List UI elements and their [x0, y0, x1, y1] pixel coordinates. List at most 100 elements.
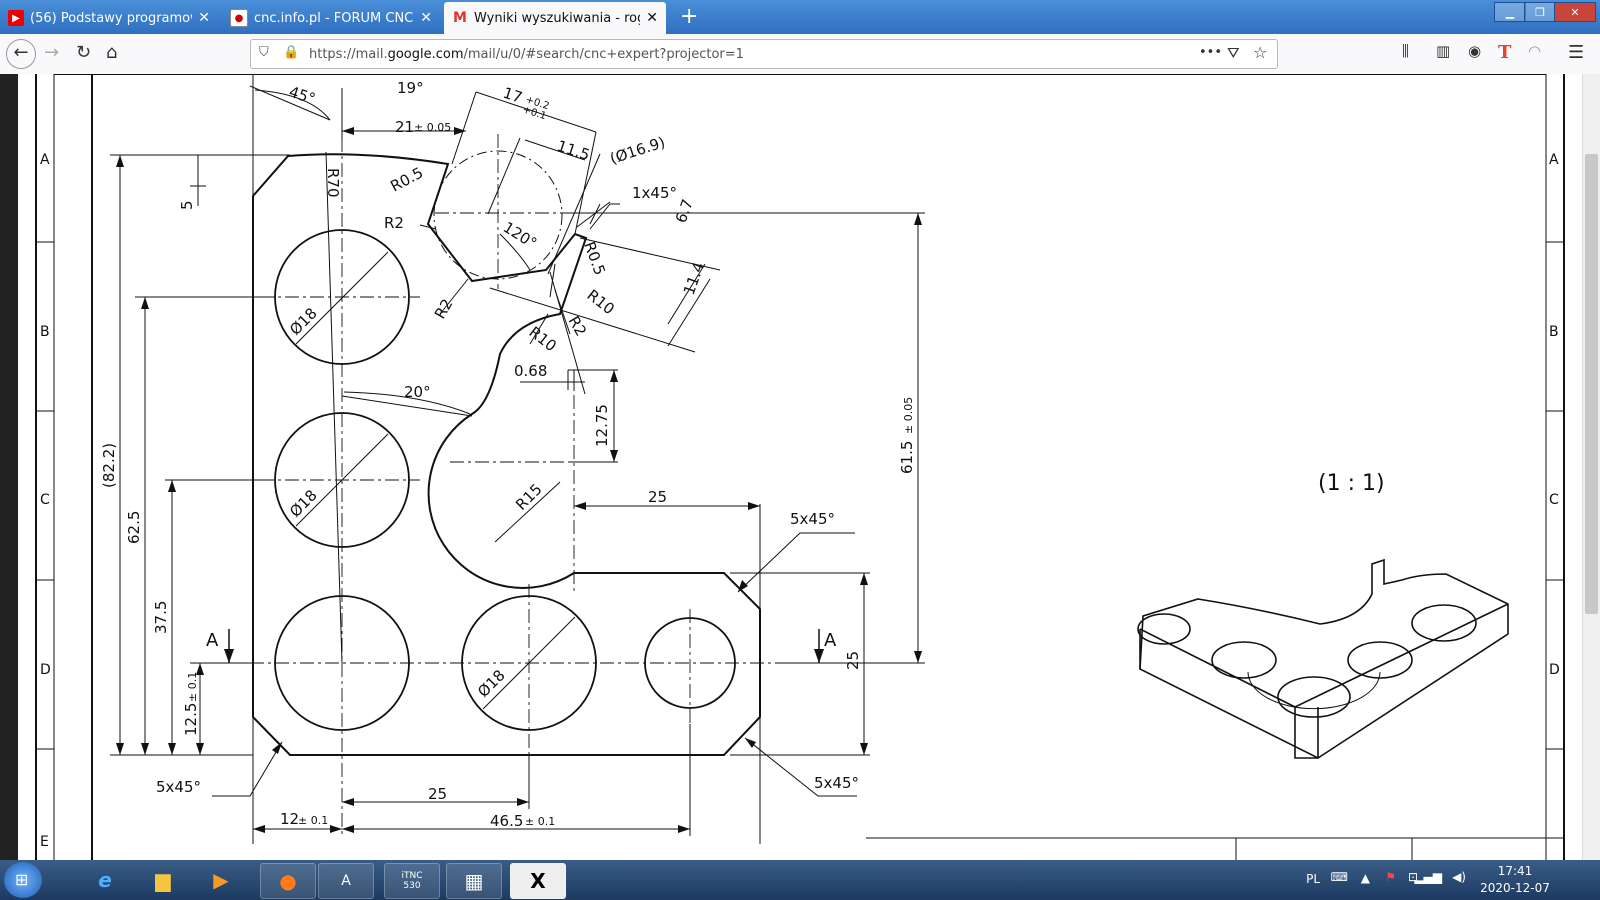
home-button[interactable]: ⌂: [106, 42, 117, 63]
folder-icon[interactable]: ▆: [136, 863, 190, 897]
library-icon[interactable]: ⫼: [1402, 42, 1409, 60]
shield-icon: ⛉: [259, 45, 269, 60]
volume-icon[interactable]: ◀): [1452, 870, 1466, 884]
firefox-icon[interactable]: ●: [260, 863, 316, 899]
dim-r2-left: R2: [384, 214, 404, 232]
forward-button[interactable]: →: [44, 42, 59, 63]
dim-17: 17: [501, 84, 525, 107]
media-icon[interactable]: ▶: [194, 863, 248, 897]
lock-icon: 🔒: [283, 45, 300, 60]
url-text: https://mail.google.com/mail/u/0/#search…: [309, 47, 744, 62]
row-label-left-e: E: [40, 834, 49, 850]
calc-icon[interactable]: ▦: [446, 863, 502, 899]
network-icon[interactable]: ▂▄▆: [1414, 870, 1442, 884]
sidebar-icon[interactable]: ▥: [1436, 42, 1450, 60]
bookmark-star-icon[interactable]: ☆: [1253, 43, 1267, 62]
x-icon[interactable]: X: [510, 863, 566, 899]
dim-12-5-tol: ± 0.1: [186, 672, 199, 702]
page-actions-button[interactable]: •••: [1199, 45, 1222, 60]
ie-icon[interactable]: e: [78, 863, 132, 897]
row-label-left-b: B: [40, 324, 50, 340]
reload-button[interactable]: ↻: [76, 42, 91, 63]
dim-37-5: 37.5: [152, 601, 170, 634]
windows-logo-icon: ⊞: [15, 870, 29, 889]
pocket-icon[interactable]: ⛛: [1227, 44, 1240, 62]
url-prefix: https://mail.: [309, 47, 388, 62]
close-icon[interactable]: ✕: [198, 10, 210, 26]
close-icon[interactable]: ✕: [420, 10, 432, 26]
dim-5x45-left-bottom: 5x45°: [156, 778, 201, 796]
clock-time[interactable]: 17:41: [1480, 864, 1550, 878]
translate-extension-icon[interactable]: T: [1498, 42, 1511, 63]
url-domain: google.com: [387, 47, 464, 62]
maximize-button[interactable]: ❐: [1524, 2, 1556, 22]
close-icon[interactable]: ✕: [646, 10, 658, 26]
row-label-right-b: B: [1549, 324, 1559, 340]
document-viewer: A B C D E A B C D 45° 19° 17 +0.2 +0.1 2…: [0, 74, 1600, 860]
itnc-icon[interactable]: iTNC 530: [384, 863, 440, 899]
dim-r15: R15: [512, 480, 546, 514]
account-icon[interactable]: ◉: [1468, 42, 1481, 60]
minimize-button[interactable]: ▁: [1494, 2, 1526, 22]
dim-r0-5-right: R0.5: [580, 239, 609, 277]
nav-bar: ← → ↻ ⌂ ⛉ 🔒 https://mail.google.com/mail…: [0, 34, 1600, 75]
dim-dia-16-9: (Ø16.9): [608, 133, 668, 168]
action-center-icon[interactable]: ⚑: [1385, 870, 1396, 884]
dim-61-5-tol: ± 0.05: [902, 397, 915, 434]
scrollbar-thumb[interactable]: [1585, 154, 1598, 614]
language-indicator[interactable]: PL: [1306, 872, 1320, 886]
back-button[interactable]: ←: [6, 39, 36, 69]
dim-dia-18-bottom: Ø18: [474, 666, 509, 701]
dim-21: 21: [395, 118, 414, 136]
dim-82-2: (82.2): [100, 443, 118, 488]
forum-icon: ●: [230, 9, 248, 27]
extension-icon[interactable]: ◠: [1528, 42, 1541, 60]
row-label-left-a: A: [40, 152, 50, 168]
dim-1x45: 1x45°: [632, 184, 677, 202]
dim-25-height: 25: [844, 651, 862, 670]
start-button[interactable]: ⊞: [4, 862, 42, 898]
dim-dia-18-mid: Ø18: [286, 486, 321, 521]
dim-5x45-right-top: 5x45°: [790, 510, 835, 528]
clock-date[interactable]: 2020-12-07: [1480, 881, 1550, 895]
dim-19deg: 19°: [397, 79, 424, 97]
dim-r70: R70: [324, 168, 342, 198]
tray-expand-icon[interactable]: ▲: [1361, 871, 1370, 885]
gmail-icon: M: [453, 10, 467, 26]
vertical-scrollbar[interactable]: [1582, 74, 1600, 860]
keyboard-icon[interactable]: ⌨: [1331, 870, 1348, 884]
dim-dia-18-top: Ø18: [286, 304, 321, 339]
dim-r0-5-top: R0.5: [387, 164, 426, 196]
arrow-right-icon: →: [44, 42, 60, 63]
tab-youtube[interactable]: ▶ (56) Podstawy programowania ✕: [0, 2, 218, 34]
technical-drawing: A B C D E A B C D 45° 19° 17 +0.2 +0.1 2…: [35, 74, 1565, 860]
close-window-button[interactable]: ✕: [1554, 2, 1596, 22]
dim-12-75: 12.75: [593, 404, 611, 447]
new-tab-button[interactable]: +: [680, 4, 698, 29]
dim-46-5-tol: ± 0.1: [525, 815, 555, 828]
dim-21-tol: ± 0.05: [414, 121, 451, 134]
tab-gmail[interactable]: M Wyniki wyszukiwania - rogala.c ✕: [444, 2, 666, 34]
url-bar[interactable]: ⛉ 🔒 https://mail.google.com/mail/u/0/#se…: [250, 39, 1278, 69]
dim-5x45-right-bottom: 5x45°: [814, 774, 859, 792]
row-label-left-c: C: [40, 492, 50, 508]
itnc-number: 530: [403, 881, 421, 891]
section-marker-left: A: [206, 630, 219, 651]
dim-12-5: 12.5: [182, 703, 200, 736]
dim-r10-lower: R10: [526, 323, 560, 355]
row-label-right-d: D: [1549, 662, 1560, 678]
dim-25-step: 25: [648, 488, 667, 506]
dim-11-5: 11.5: [555, 137, 592, 164]
reload-icon: ↻: [76, 42, 92, 63]
dim-62-5: 62.5: [125, 511, 143, 544]
tab-forum[interactable]: ● cnc.info.pl - FORUM CNC - Od ✕: [222, 2, 440, 34]
dim-12-tol: ± 0.1: [298, 814, 328, 827]
dim-120deg: 120°: [500, 218, 540, 252]
row-label-left-d: D: [40, 662, 51, 678]
tab-title: cnc.info.pl - FORUM CNC - Od: [254, 10, 414, 26]
tab-strip: ▶ (56) Podstawy programowania ✕ ● cnc.in…: [0, 0, 1600, 34]
menu-icon[interactable]: ☰: [1568, 42, 1584, 63]
dim-5: 5: [178, 200, 196, 210]
app-icon[interactable]: A: [318, 863, 374, 899]
row-label-right-c: C: [1549, 492, 1559, 508]
